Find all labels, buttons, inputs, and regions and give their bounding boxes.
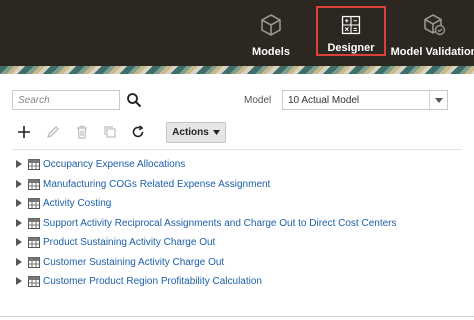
model-label: Model: [244, 95, 272, 106]
expand-arrow-icon[interactable]: [16, 219, 22, 227]
tree-row-label: Support Activity Reciprocal Assignments …: [43, 217, 397, 229]
nav-item-designer[interactable]: Designer: [316, 6, 386, 56]
model-select-value: 10 Actual Model: [288, 94, 360, 106]
expand-arrow-icon[interactable]: [16, 258, 22, 266]
nav-item-models[interactable]: Models: [244, 0, 298, 66]
actions-button[interactable]: Actions: [166, 122, 226, 143]
bottom-border: [0, 316, 474, 317]
search-input[interactable]: [12, 90, 120, 110]
expand-arrow-icon[interactable]: [16, 180, 22, 188]
ruleset-icon: [28, 256, 40, 268]
expand-arrow-icon[interactable]: [16, 199, 22, 207]
cube-icon: [261, 14, 281, 36]
edit-icon[interactable]: [45, 124, 61, 140]
tree-row[interactable]: Customer Product Region Profitability Ca…: [16, 274, 262, 288]
tree-row[interactable]: Product Sustaining Activity Charge Out: [16, 235, 215, 249]
ruleset-icon: [28, 217, 40, 229]
cube-check-icon: [424, 14, 446, 36]
tree-row-label: Activity Costing: [43, 197, 112, 209]
tree-row-label: Manufacturing COGs Related Expense Assig…: [43, 178, 271, 190]
copy-icon[interactable]: [102, 124, 118, 140]
nav-label-designer: Designer: [327, 42, 375, 54]
actions-label: Actions: [172, 127, 209, 138]
expand-arrow-icon[interactable]: [16, 160, 22, 168]
nav-label-model-validation: Model Validation: [390, 46, 474, 58]
search-icon[interactable]: [126, 92, 142, 108]
ruleset-icon: [28, 275, 40, 287]
top-navigation-bar: Models Designer Model Validation: [0, 0, 474, 66]
refresh-icon[interactable]: [130, 124, 146, 140]
nav-item-model-validation[interactable]: Model Validation: [390, 0, 474, 66]
ruleset-icon: [28, 236, 40, 248]
tree-row[interactable]: Occupancy Expense Allocations: [16, 157, 185, 171]
tree-row-label: Product Sustaining Activity Charge Out: [43, 236, 216, 248]
tree-row-label: Customer Product Region Profitability Ca…: [43, 275, 262, 287]
nav-label-models: Models: [252, 46, 290, 58]
chevron-down-icon[interactable]: [429, 91, 447, 109]
ruleset-icon: [28, 197, 40, 209]
calculator-icon: [341, 15, 361, 35]
toolbar-divider: [12, 149, 462, 150]
delete-icon[interactable]: [74, 124, 90, 140]
model-select[interactable]: 10 Actual Model: [282, 90, 448, 110]
tree-row-label: Customer Sustaining Activity Charge Out: [43, 256, 225, 268]
tree-row-label: Occupancy Expense Allocations: [43, 158, 186, 170]
caret-down-icon: [212, 130, 220, 135]
ruleset-icon: [28, 158, 40, 170]
tree-row[interactable]: Manufacturing COGs Related Expense Assig…: [16, 177, 270, 191]
expand-arrow-icon[interactable]: [16, 238, 22, 246]
decorative-banner: [0, 66, 474, 74]
tree-row[interactable]: Activity Costing: [16, 196, 111, 210]
tree-row[interactable]: Support Activity Reciprocal Assignments …: [16, 216, 397, 230]
add-icon[interactable]: [16, 124, 32, 140]
expand-arrow-icon[interactable]: [16, 277, 22, 285]
tree-row[interactable]: Customer Sustaining Activity Charge Out: [16, 255, 224, 269]
ruleset-icon: [28, 178, 40, 190]
